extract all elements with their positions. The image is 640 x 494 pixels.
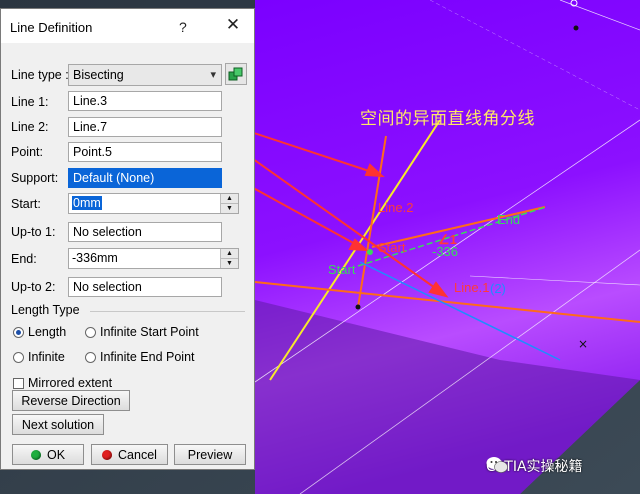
radio-infinite-start-point[interactable]: Infinite Start Point bbox=[85, 325, 199, 339]
line1-subscript: (2) bbox=[490, 281, 506, 296]
end-value: -336mm bbox=[72, 251, 118, 265]
line1-label: Line.1 bbox=[454, 280, 490, 295]
svg-text:×: × bbox=[578, 337, 588, 351]
spin-up-icon[interactable]: ▲ bbox=[221, 194, 238, 204]
line-type-value: Bisecting bbox=[73, 68, 124, 82]
dialog-titlebar[interactable]: Line Definition ? ✕ bbox=[1, 9, 254, 43]
upto2-label: Up-to 2: bbox=[11, 280, 56, 294]
line-type-select[interactable]: Bisecting ▾ bbox=[68, 64, 222, 86]
line2-label: Line.2 bbox=[378, 200, 414, 215]
start-label: Start: bbox=[11, 197, 41, 211]
line2-label: Line 2: bbox=[11, 120, 49, 134]
help-button[interactable]: ? bbox=[179, 19, 187, 35]
line-type-label: Line type : bbox=[11, 68, 69, 82]
spin-up-icon[interactable]: ▲ bbox=[221, 249, 238, 259]
center-start-label: Start bbox=[378, 240, 406, 255]
length-type-group: Length Type bbox=[11, 303, 245, 317]
end-spinner[interactable]: -336mm ▲ ▼ bbox=[68, 248, 239, 269]
chevron-down-icon: ▾ bbox=[210, 69, 216, 81]
line-definition-dialog: Line Definition ? ✕ Line type : Bisectin… bbox=[0, 8, 255, 470]
mirrored-extent-checkbox[interactable]: Mirrored extent bbox=[13, 376, 112, 390]
radio-infinite-end-point[interactable]: Infinite End Point bbox=[85, 350, 195, 364]
wechat-icon bbox=[486, 457, 508, 473]
line2-field[interactable]: Line.7 bbox=[68, 117, 222, 137]
upto2-field[interactable]: No selection bbox=[68, 277, 222, 297]
upto1-field[interactable]: No selection bbox=[68, 222, 222, 242]
preview-button[interactable]: Preview bbox=[174, 444, 246, 465]
upto1-label: Up-to 1: bbox=[11, 225, 56, 239]
ok-button[interactable]: OK bbox=[12, 444, 84, 465]
end-label: End bbox=[497, 212, 521, 227]
support-field[interactable]: Default (None) bbox=[68, 168, 222, 188]
spin-down-icon[interactable]: ▼ bbox=[221, 259, 238, 268]
annotation-title: 空间的异面直线角分线 bbox=[360, 109, 535, 129]
length-type-title: Length Type bbox=[11, 303, 80, 317]
dialog-title: Line Definition bbox=[10, 20, 93, 35]
red-dot-icon bbox=[102, 449, 113, 460]
support-label: Support: bbox=[11, 171, 59, 185]
cancel-button[interactable]: Cancel bbox=[91, 444, 168, 465]
sketch-tool-icon[interactable] bbox=[225, 63, 247, 85]
close-button[interactable]: ✕ bbox=[221, 13, 245, 37]
point-label: Point: bbox=[11, 145, 43, 159]
reverse-direction-button[interactable]: Reverse Direction bbox=[12, 390, 130, 411]
next-solution-button[interactable]: Next solution bbox=[12, 414, 104, 435]
start-value: 0mm bbox=[72, 196, 102, 210]
start-spinner[interactable]: 0mm ▲ ▼ bbox=[68, 193, 239, 214]
end-label: End: bbox=[11, 252, 37, 266]
radio-length[interactable]: Length bbox=[13, 325, 66, 339]
start-label: Start bbox=[328, 262, 356, 277]
angle-label: ∠1 bbox=[438, 232, 457, 247]
line1-field[interactable]: Line.3 bbox=[68, 91, 222, 111]
watermark: CATIA实操秘籍 bbox=[486, 456, 583, 476]
line1-label: Line 1: bbox=[11, 95, 49, 109]
point-field[interactable]: Point.5 bbox=[68, 142, 222, 162]
green-dot-icon bbox=[30, 449, 41, 460]
spin-down-icon[interactable]: ▼ bbox=[221, 204, 238, 213]
radio-infinite[interactable]: Infinite bbox=[13, 350, 65, 364]
